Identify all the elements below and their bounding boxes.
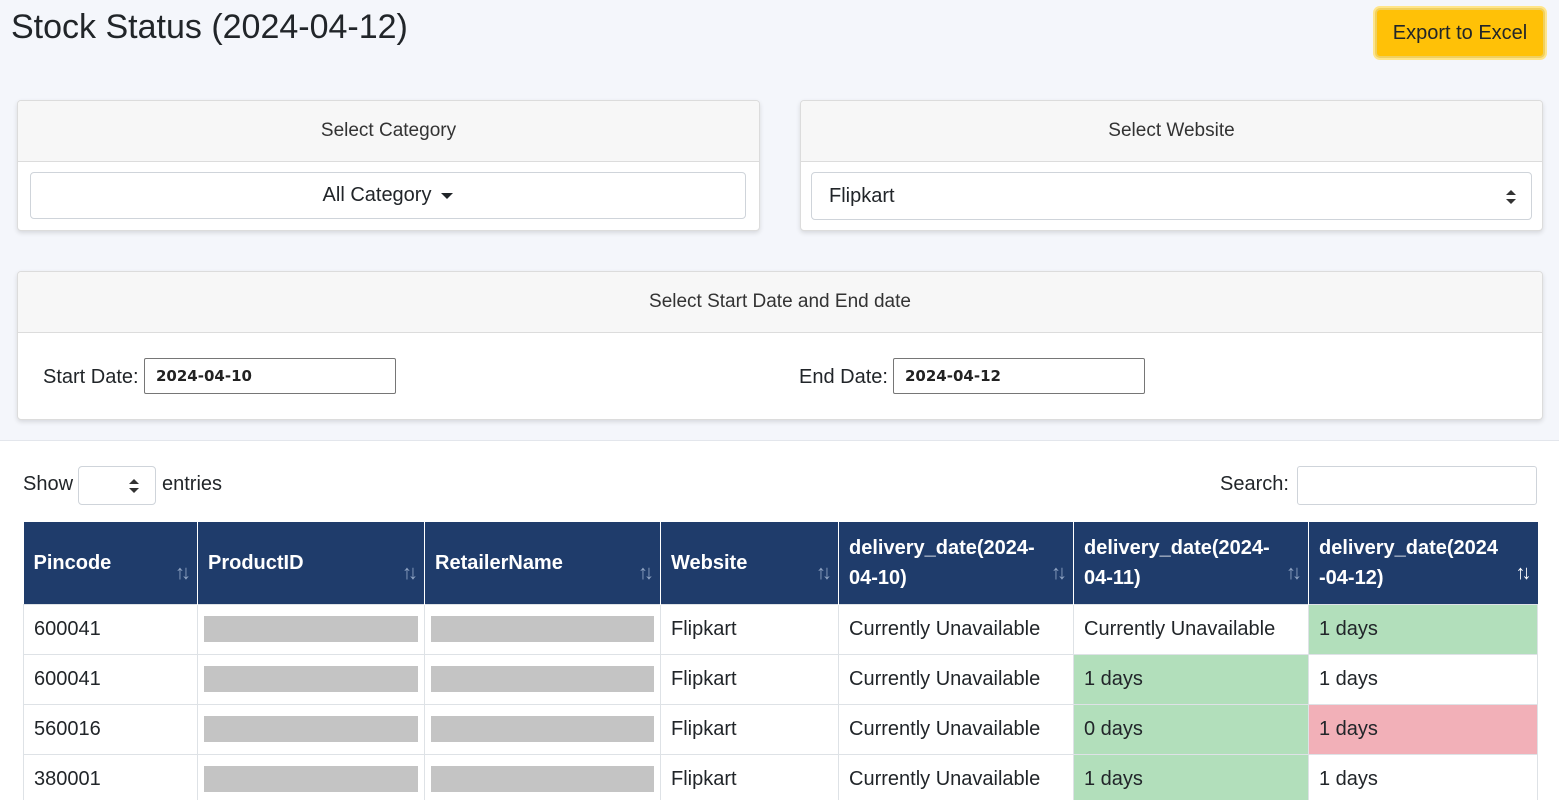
- start-date-input[interactable]: 2024-04-10: [144, 358, 396, 394]
- delivery-cell: 1 days: [1073, 753, 1309, 800]
- pincode-cell: 560016: [23, 703, 198, 755]
- caret-down-icon: [441, 192, 454, 199]
- delivery-cell: 1 days: [1073, 653, 1309, 705]
- redacted-block: [204, 766, 418, 792]
- delivery-cell: Currently Unavailable: [838, 753, 1074, 800]
- pincode-cell: 380001: [23, 753, 198, 800]
- delivery-cell: 0 days: [1073, 703, 1309, 755]
- column-label: delivery_date(2024-04-12): [1319, 536, 1499, 589]
- retailer-cell: [424, 703, 661, 755]
- website-select[interactable]: Flipkart: [811, 172, 1532, 220]
- delivery-cell: 1 days: [1308, 603, 1538, 655]
- end-date-input[interactable]: 2024-04-12: [893, 358, 1145, 394]
- column-header-delivery-date-2[interactable]: delivery_date(2024-04-11) ↑↓: [1073, 522, 1309, 604]
- column-header-productid[interactable]: ProductID ↑↓: [197, 522, 425, 604]
- column-label: delivery_date(2024-04-11): [1084, 536, 1270, 589]
- website-card-header: Select Website: [801, 101, 1542, 162]
- pincode-cell: 600041: [23, 603, 198, 655]
- page-title: Stock Status (2024-04-12): [11, 8, 408, 46]
- sort-icon: ↑↓: [402, 562, 418, 584]
- category-dropdown[interactable]: All Category: [30, 172, 746, 219]
- column-label: Pincode: [33, 551, 112, 574]
- website-cell: Flipkart: [660, 753, 839, 800]
- website-cell: Flipkart: [660, 603, 839, 655]
- sort-icon: ↑↓: [1286, 562, 1302, 584]
- column-header-pincode[interactable]: Pincode ↑↓: [23, 522, 198, 604]
- export-to-excel-button[interactable]: Export to Excel: [1375, 8, 1545, 58]
- sort-icon: ↑↓: [1515, 562, 1532, 584]
- entries-label: entries: [162, 473, 223, 495]
- column-label: delivery_date(2024-04-10): [849, 536, 1035, 589]
- retailer-cell: [424, 653, 661, 705]
- table-row: 560016 Flipkart Currently Unavailable 0 …: [23, 703, 1538, 755]
- pincode-cell: 600041: [23, 653, 198, 705]
- delivery-cell: Currently Unavailable: [838, 603, 1074, 655]
- search-label: Search:: [1220, 473, 1289, 495]
- column-header-retailername[interactable]: RetailerName ↑↓: [424, 522, 661, 604]
- sort-icon: ↑↓: [175, 562, 191, 584]
- website-card: Select Website Flipkart: [800, 100, 1543, 231]
- select-arrows-icon: [1506, 190, 1516, 204]
- column-label: ProductID: [208, 551, 304, 574]
- redacted-block: [431, 666, 654, 692]
- delivery-cell: Currently Unavailable: [1073, 603, 1309, 655]
- column-label: RetailerName: [435, 551, 563, 574]
- redacted-block: [431, 716, 654, 742]
- delivery-cell: 1 days: [1308, 703, 1538, 755]
- sort-icon: ↑↓: [816, 562, 832, 584]
- stock-table: Pincode ↑↓ ProductID ↑↓ RetailerName ↑↓ Web…: [23, 522, 1538, 800]
- date-range-card-header: Select Start Date and End date: [18, 272, 1542, 333]
- productid-cell: [197, 603, 425, 655]
- show-label: Show: [23, 473, 74, 495]
- delivery-cell: Currently Unavailable: [838, 703, 1074, 755]
- website-cell: Flipkart: [660, 703, 839, 755]
- website-cell: Flipkart: [660, 653, 839, 705]
- redacted-block: [204, 616, 418, 642]
- table-row: 600041 Flipkart Currently Unavailable 1 …: [23, 653, 1538, 705]
- column-label: Website: [671, 551, 748, 574]
- retailer-cell: [424, 603, 661, 655]
- select-arrows-icon: [129, 479, 139, 493]
- filter-panel: Stock Status (2024-04-12) Export to Exce…: [0, 0, 1559, 441]
- productid-cell: [197, 753, 425, 800]
- productid-cell: [197, 653, 425, 705]
- column-header-delivery-date-3[interactable]: delivery_date(2024-04-12) ↑↓: [1308, 522, 1538, 604]
- redacted-block: [204, 666, 418, 692]
- column-header-delivery-date-1[interactable]: delivery_date(2024-04-10) ↑↓: [838, 522, 1074, 604]
- delivery-cell: 1 days: [1308, 753, 1538, 800]
- redacted-block: [431, 616, 654, 642]
- sort-icon: ↑↓: [1051, 562, 1067, 584]
- category-selected: All Category: [322, 184, 432, 206]
- end-date-label: End Date:: [799, 366, 888, 388]
- redacted-block: [431, 766, 654, 792]
- retailer-cell: [424, 753, 661, 800]
- delivery-cell: 1 days: [1308, 653, 1538, 705]
- date-range-card: Select Start Date and End date Start Dat…: [17, 271, 1543, 420]
- column-header-website[interactable]: Website ↑↓: [660, 522, 839, 604]
- category-card: Select Category All Category: [17, 100, 760, 231]
- redacted-block: [204, 716, 418, 742]
- start-date-label: Start Date:: [43, 366, 139, 388]
- table-row: 600041 Flipkart Currently Unavailable Cu…: [23, 603, 1538, 655]
- table-header-row: Pincode ↑↓ ProductID ↑↓ RetailerName ↑↓ Web…: [23, 522, 1538, 604]
- website-selected: Flipkart: [829, 184, 895, 207]
- productid-cell: [197, 703, 425, 755]
- delivery-cell: Currently Unavailable: [838, 653, 1074, 705]
- entries-select[interactable]: [78, 466, 156, 505]
- table-row: 380001 Flipkart Currently Unavailable 1 …: [23, 753, 1538, 800]
- search-input[interactable]: [1297, 466, 1537, 505]
- category-card-header: Select Category: [18, 101, 759, 162]
- sort-icon: ↑↓: [638, 562, 654, 584]
